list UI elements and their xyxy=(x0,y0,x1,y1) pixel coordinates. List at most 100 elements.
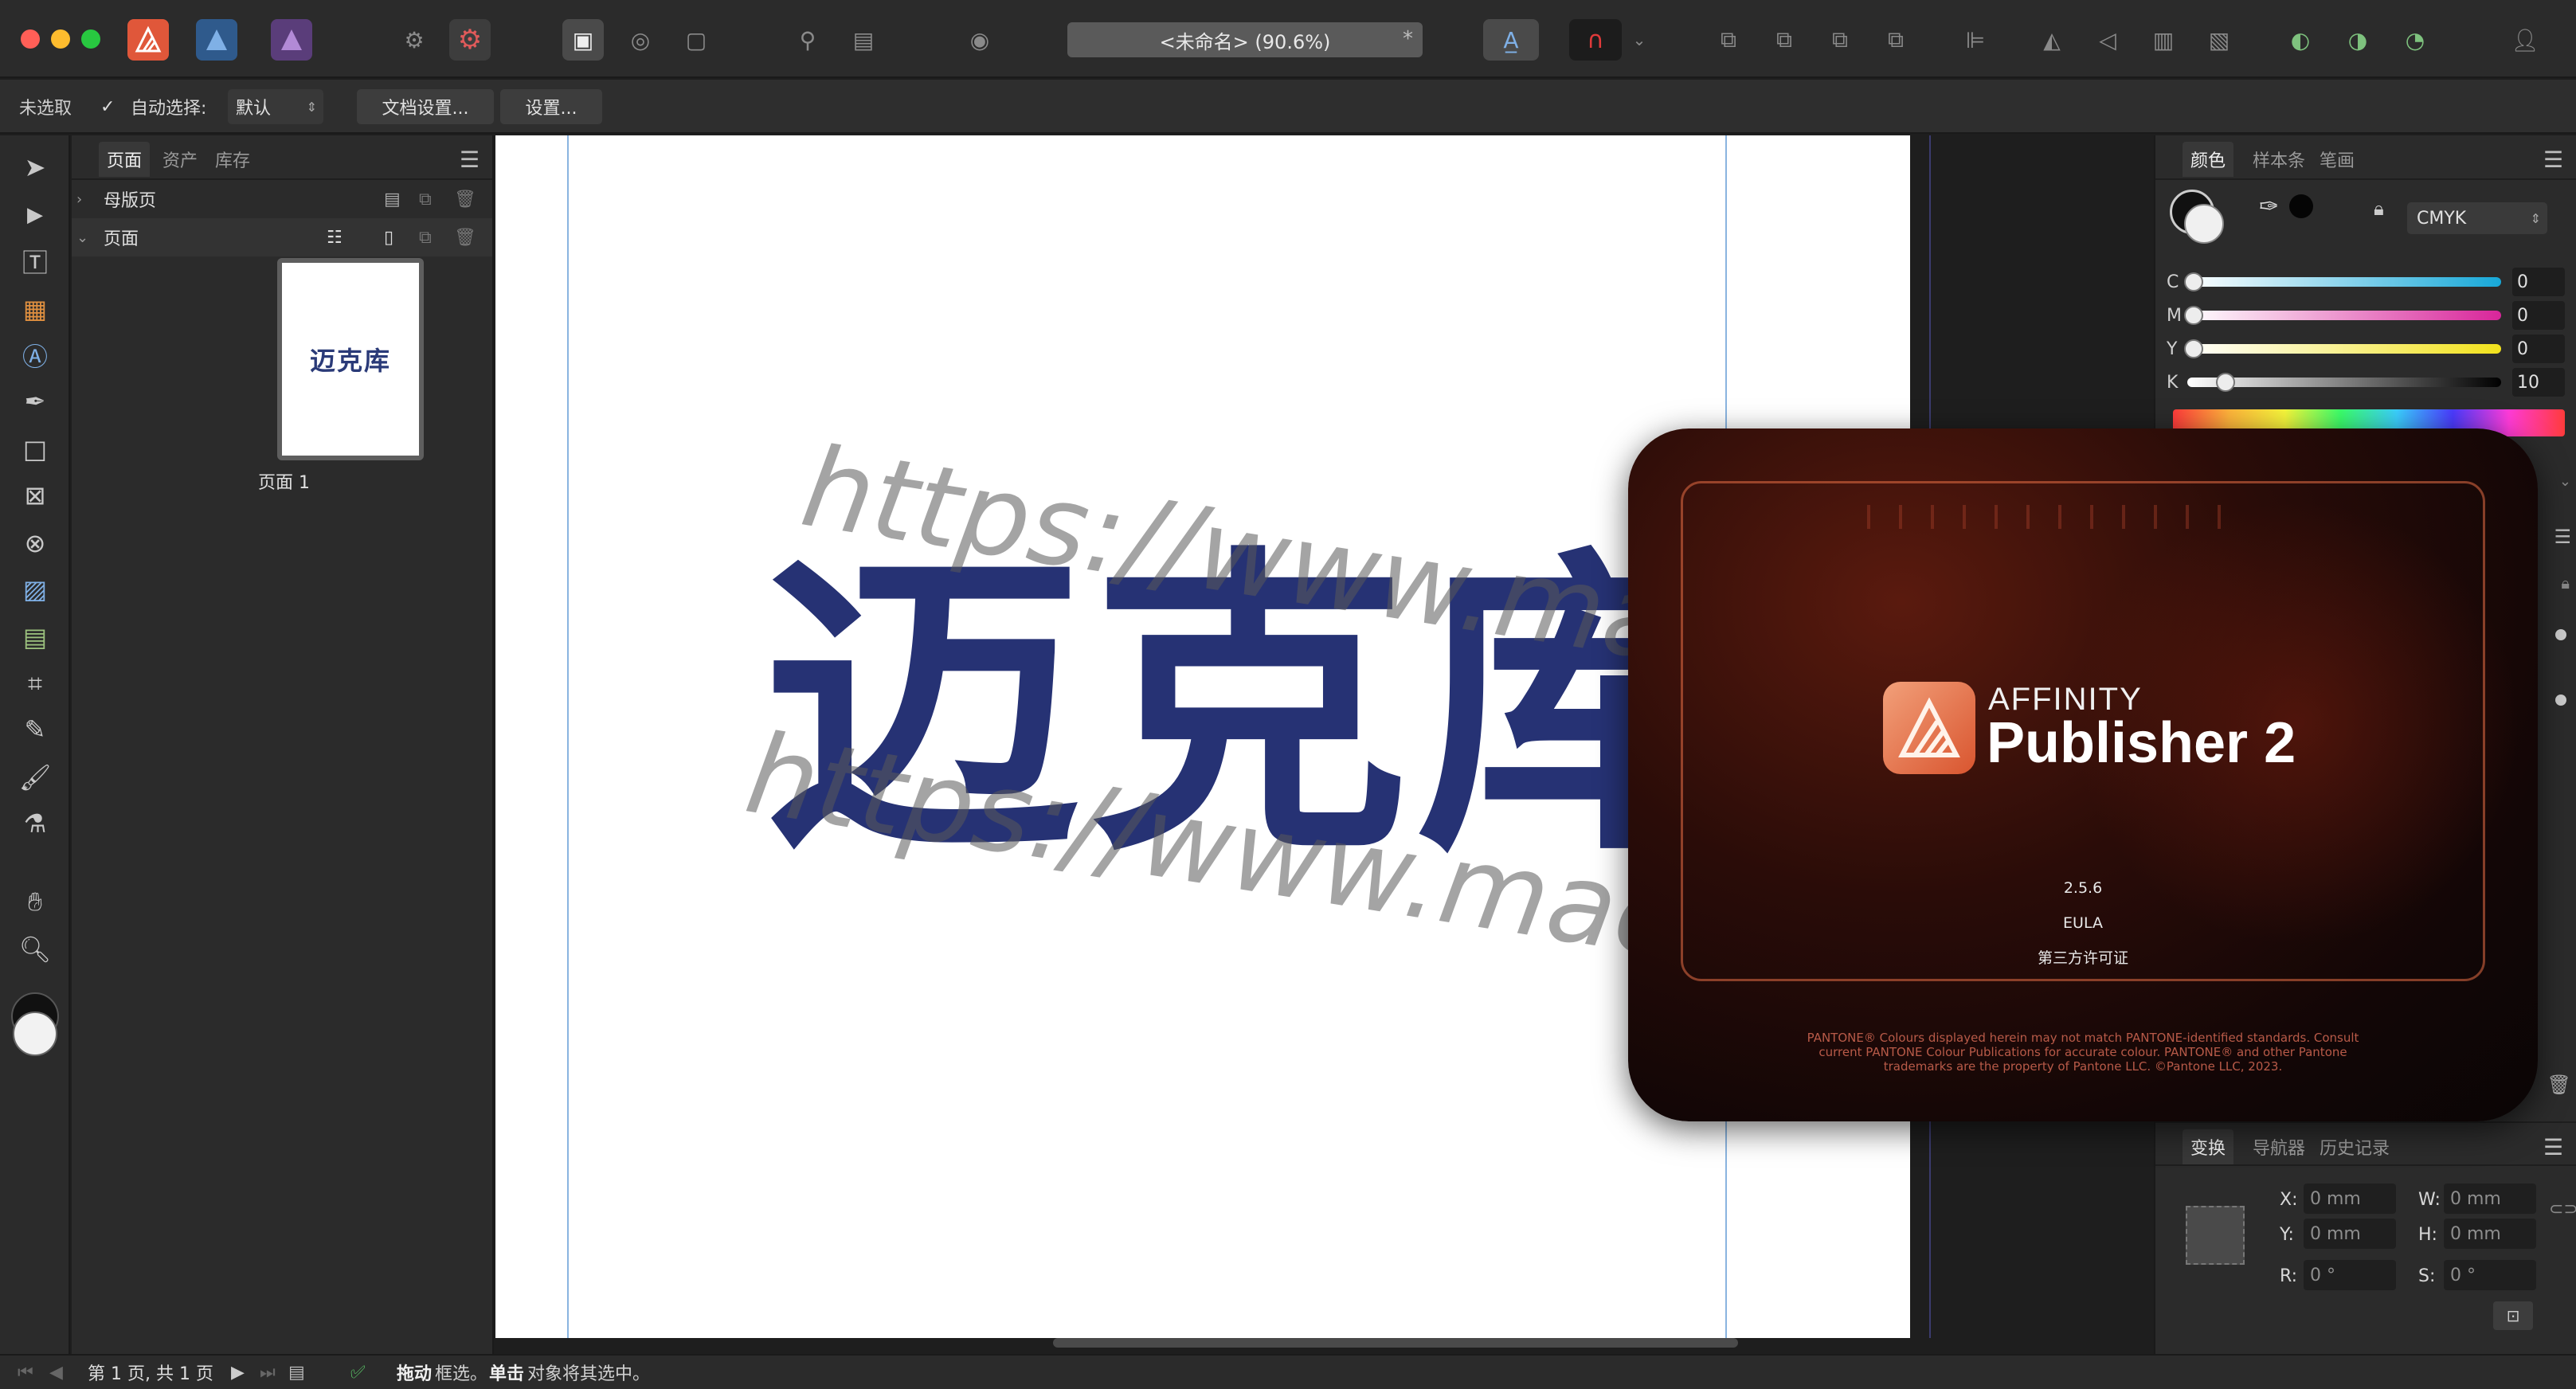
chevron-right-icon[interactable]: › xyxy=(76,191,82,208)
slider-value[interactable]: 0 xyxy=(2512,301,2565,330)
arrange-backward-icon[interactable]: ⧉ xyxy=(1768,24,1800,56)
eyedropper-icon[interactable]: ✑ xyxy=(2259,193,2279,221)
add-master-icon[interactable]: ▤ xyxy=(384,190,401,209)
chevron-down-icon[interactable]: ⌄ xyxy=(76,229,88,246)
fill-stroke-swatch[interactable] xyxy=(2170,190,2226,245)
picture-frame-tool-icon[interactable]: ⊠ xyxy=(18,478,53,513)
ellipse-frame-tool-icon[interactable]: ⊗ xyxy=(18,526,53,561)
magenta-track[interactable] xyxy=(2184,306,2501,325)
tab-color[interactable]: 颜色 xyxy=(2183,142,2234,177)
first-page-icon[interactable]: ⏮︎ xyxy=(18,1363,33,1383)
move-tool-icon[interactable]: ➤ xyxy=(18,150,53,185)
prev-page-icon[interactable]: ◀ xyxy=(49,1363,63,1383)
boolean-add-icon[interactable]: ◐ xyxy=(2284,24,2316,56)
lock-icon[interactable]: 🔒︎ xyxy=(2374,198,2384,220)
visibility-dot[interactable] xyxy=(2555,629,2566,640)
zoom-tool-icon[interactable]: 🔍︎ xyxy=(18,932,53,967)
document-title-tab[interactable]: <未命名> (90.6%) * xyxy=(1067,22,1423,57)
align-icon[interactable]: ⊫ xyxy=(1959,24,1991,56)
view-mode-icon[interactable]: ▣ xyxy=(562,19,604,61)
panel-menu-icon[interactable]: ☰ xyxy=(2554,526,2571,548)
place-image-tool-icon[interactable]: ▨ xyxy=(18,572,53,607)
anchor-point-selector[interactable] xyxy=(2186,1206,2245,1265)
boolean-intersect-icon[interactable]: ◔ xyxy=(2399,24,2431,56)
boolean-subtract-icon[interactable]: ◑ xyxy=(2342,24,2374,56)
slider-value[interactable]: 0 xyxy=(2512,335,2565,363)
color-model-select[interactable]: CMYK ⇕ xyxy=(2407,202,2547,234)
panel-menu-icon[interactable]: ☰ xyxy=(460,147,480,173)
pin-icon[interactable]: ⚲ xyxy=(792,24,824,56)
trash-icon[interactable]: 🗑︎ xyxy=(454,190,476,209)
node-tool-icon[interactable]: ▶ xyxy=(18,198,53,233)
designer-persona-icon[interactable] xyxy=(196,19,237,61)
text-frame-icon[interactable]: A̲ xyxy=(1483,19,1539,61)
trash-icon[interactable]: 🗑︎ xyxy=(2547,1074,2571,1096)
panel-menu-icon[interactable]: ☰ xyxy=(2543,147,2563,173)
about-splash-dialog[interactable]: AFFINITY Publisher 2 2.5.6 EULA 第三方许可证 P… xyxy=(1628,428,2538,1121)
slider-magenta[interactable]: M 0 xyxy=(2167,299,2565,331)
gear-icon[interactable]: ⚙ xyxy=(398,24,430,56)
transform-icon[interactable]: ▥ xyxy=(2147,24,2179,56)
auto-select-dropdown[interactable]: 默认 ⇕ xyxy=(228,89,323,124)
next-page-icon[interactable]: ▶ xyxy=(231,1363,245,1383)
photo-persona-icon[interactable] xyxy=(271,19,312,61)
slider-knob[interactable] xyxy=(2184,306,2203,325)
artistic-text-tool-icon[interactable]: Ⓐ xyxy=(18,338,53,373)
fill-tool-icon[interactable]: ▤ xyxy=(18,620,53,655)
page-options-icon[interactable]: ▤ xyxy=(288,1363,305,1383)
duplicate-page-icon[interactable]: ⧉ xyxy=(419,228,432,248)
h-field[interactable]: 0 mm xyxy=(2444,1219,2536,1249)
preview-eye-icon[interactable]: ◉ xyxy=(964,24,996,56)
page-thumbnail[interactable]: 迈克库 xyxy=(277,258,424,460)
flip-horizontal-icon[interactable]: ◭ xyxy=(2036,24,2068,56)
distribute-icon[interactable]: ▧ xyxy=(2203,24,2235,56)
x-field[interactable]: 0 mm xyxy=(2304,1184,2396,1214)
lock-icon[interactable]: 🔒︎ xyxy=(2561,573,2570,593)
pages-row[interactable]: ⌄ 页面 ☷ ▯ ⧉ 🗑︎ xyxy=(72,218,492,256)
last-page-icon[interactable]: ⏭︎ xyxy=(260,1363,276,1383)
tab-stock[interactable]: 库存 xyxy=(207,142,258,177)
slider-value[interactable]: 0 xyxy=(2512,268,2565,296)
tab-history[interactable]: 历史记录 xyxy=(2312,1129,2398,1164)
minimize-window-button[interactable] xyxy=(51,29,70,49)
third-party-licenses-link[interactable]: 第三方许可证 xyxy=(1628,946,2538,968)
rotate-left-icon[interactable]: ◁ xyxy=(2092,24,2124,56)
chevron-down-icon[interactable]: ⌄ xyxy=(2559,473,2571,490)
crop-tool-icon[interactable]: ⌗ xyxy=(18,666,53,701)
frame-text-tool-icon[interactable]: 🅃︎ xyxy=(18,244,53,279)
pen-tool-icon[interactable]: ✒ xyxy=(18,384,53,419)
account-icon[interactable]: 👤︎ xyxy=(2509,24,2541,56)
rectangle-tool-icon[interactable]: □ xyxy=(18,432,53,467)
eula-link[interactable]: EULA xyxy=(1628,914,2538,932)
vector-brush-tool-icon[interactable]: 🖌︎ xyxy=(18,760,53,795)
hand-tool-icon[interactable]: ✋︎ xyxy=(18,884,53,919)
chevron-down-icon[interactable]: ⌄ xyxy=(1623,24,1655,56)
link-proportions-icon[interactable]: ⊂⊃ xyxy=(2549,1199,2576,1219)
zoom-window-button[interactable] xyxy=(81,29,100,49)
arrange-front-icon[interactable]: ⧉ xyxy=(1880,24,1912,56)
duplicate-master-icon[interactable]: ⧉ xyxy=(419,190,432,209)
slider-black[interactable]: K 10 xyxy=(2167,366,2565,398)
bleed-view-icon[interactable]: ◎ xyxy=(624,24,656,56)
transparency-tool-icon[interactable]: ✎ xyxy=(18,712,53,747)
settings-cog-icon[interactable]: ⚙ xyxy=(449,19,491,61)
slider-knob[interactable] xyxy=(2184,272,2203,291)
slider-knob[interactable] xyxy=(2216,373,2235,392)
transform-origin-icon[interactable]: ⊡ xyxy=(2493,1301,2533,1330)
slider-cyan[interactable]: C 0 xyxy=(2167,266,2565,298)
tab-swatches[interactable]: 样本条 xyxy=(2245,142,2313,177)
master-pages-row[interactable]: › 母版页 ▤ ⧉ 🗑︎ xyxy=(72,180,492,218)
slider-yellow[interactable]: Y 0 xyxy=(2167,333,2565,365)
rotation-field[interactable]: 0 ° xyxy=(2304,1260,2396,1290)
fill-color-swatch[interactable] xyxy=(13,1011,57,1056)
yellow-track[interactable] xyxy=(2184,339,2501,358)
auto-select-checkbox[interactable]: ✓ xyxy=(100,80,115,134)
visibility-dot[interactable] xyxy=(2555,694,2566,706)
tab-pages[interactable]: 页面 xyxy=(99,142,151,177)
clip-view-icon[interactable]: ▢ xyxy=(680,24,712,56)
panel-menu-icon[interactable]: ☰ xyxy=(2543,1134,2563,1160)
text-wrap-icon[interactable]: ▤ xyxy=(848,24,879,56)
publisher-persona-icon[interactable] xyxy=(127,19,169,61)
tab-navigator[interactable]: 导航器 xyxy=(2245,1129,2313,1164)
add-page-icon[interactable]: ▯ xyxy=(384,228,393,248)
